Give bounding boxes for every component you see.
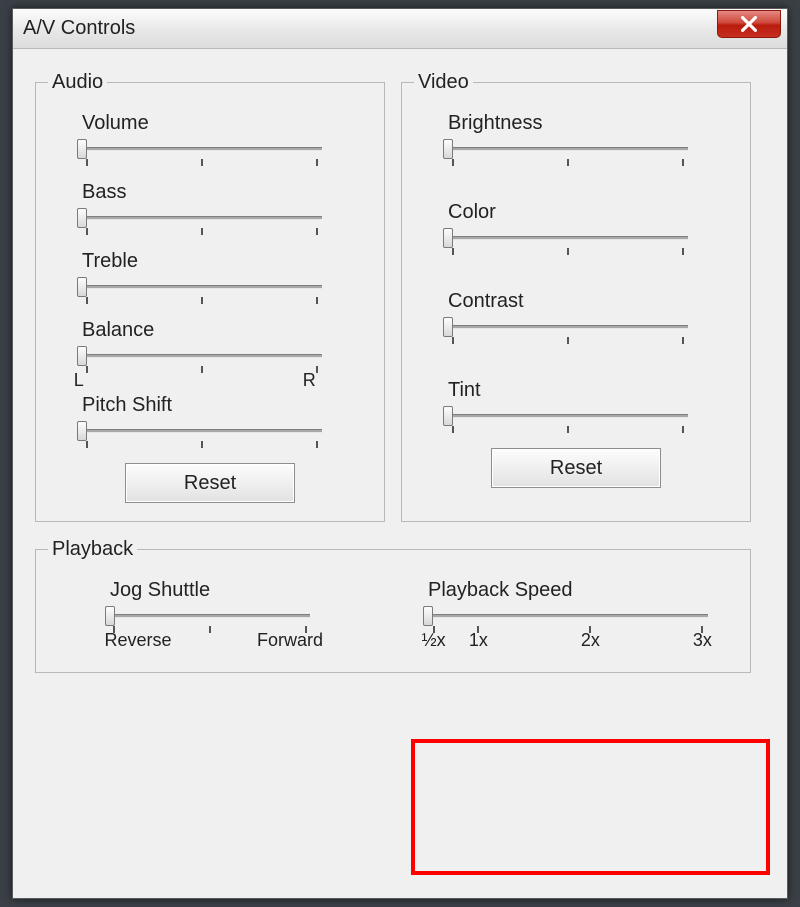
- pitch-shift-block: Pitch Shift: [82, 394, 366, 449]
- jog-right-label: Forward: [257, 630, 323, 651]
- contrast-thumb[interactable]: [443, 317, 453, 337]
- playback-legend: Playback: [48, 538, 137, 561]
- av-controls-window: A/V Controls Audio Volume: [12, 8, 788, 899]
- bass-slider[interactable]: [82, 206, 322, 236]
- video-group: Video Brightness Color: [401, 71, 751, 522]
- pitch-shift-label: Pitch Shift: [82, 394, 366, 417]
- balance-thumb[interactable]: [77, 346, 87, 366]
- jog-left-label: Reverse: [104, 630, 171, 651]
- balance-labels: L R: [74, 370, 314, 390]
- close-icon: [741, 16, 757, 32]
- brightness-block: Brightness: [448, 112, 732, 167]
- bass-thumb[interactable]: [77, 208, 87, 228]
- speed-labels: ½x 1x 2x 3x: [428, 630, 708, 650]
- volume-thumb[interactable]: [77, 139, 87, 159]
- tint-label: Tint: [448, 379, 732, 402]
- treble-block: Treble: [82, 250, 366, 305]
- pitch-shift-thumb[interactable]: [77, 421, 87, 441]
- contrast-label: Contrast: [448, 290, 732, 313]
- speed-two-label: 2x: [581, 630, 600, 651]
- balance-label: Balance: [82, 319, 366, 342]
- jog-col: Jog Shuttle Reverse Forward: [54, 579, 378, 658]
- contrast-block: Contrast: [448, 290, 732, 345]
- speed-label: Playback Speed: [428, 579, 732, 602]
- bass-label: Bass: [82, 181, 366, 204]
- balance-right-label: R: [303, 370, 316, 391]
- brightness-slider[interactable]: [448, 137, 688, 167]
- tint-thumb[interactable]: [443, 406, 453, 426]
- speed-block: Playback Speed: [428, 579, 732, 634]
- tint-block: Tint: [448, 379, 732, 434]
- treble-thumb[interactable]: [77, 277, 87, 297]
- volume-slider[interactable]: [82, 137, 322, 167]
- playback-group: Playback Jog Shuttle Reverse Forward: [35, 538, 751, 673]
- jog-label: Jog Shuttle: [110, 579, 378, 602]
- color-label: Color: [448, 201, 732, 224]
- color-slider[interactable]: [448, 226, 688, 256]
- volume-label: Volume: [82, 112, 366, 135]
- treble-slider[interactable]: [82, 275, 322, 305]
- titlebar: A/V Controls: [13, 9, 787, 49]
- jog-thumb[interactable]: [105, 606, 115, 626]
- client-area: Audio Volume Bass: [13, 49, 787, 695]
- speed-one-label: 1x: [469, 630, 488, 651]
- speed-three-label: 3x: [693, 630, 712, 651]
- balance-left-label: L: [74, 370, 84, 391]
- audio-group: Audio Volume Bass: [35, 71, 385, 522]
- brightness-thumb[interactable]: [443, 139, 453, 159]
- speed-col: Playback Speed: [408, 579, 732, 658]
- color-block: Color: [448, 201, 732, 256]
- audio-legend: Audio: [48, 71, 107, 94]
- window-title: A/V Controls: [23, 17, 135, 40]
- contrast-slider[interactable]: [448, 315, 688, 345]
- balance-block: Balance: [82, 319, 366, 374]
- treble-label: Treble: [82, 250, 366, 273]
- video-legend: Video: [414, 71, 473, 94]
- volume-block: Volume: [82, 112, 366, 167]
- bass-block: Bass: [82, 181, 366, 236]
- audio-reset-button[interactable]: Reset: [125, 463, 295, 503]
- close-button[interactable]: [717, 10, 781, 38]
- video-reset-button[interactable]: Reset: [491, 448, 661, 488]
- brightness-label: Brightness: [448, 112, 732, 135]
- pitch-shift-slider[interactable]: [82, 419, 322, 449]
- jog-block: Jog Shuttle: [110, 579, 378, 634]
- color-thumb[interactable]: [443, 228, 453, 248]
- speed-thumb[interactable]: [423, 606, 433, 626]
- tint-slider[interactable]: [448, 404, 688, 434]
- jog-labels: Reverse Forward: [110, 630, 310, 650]
- speed-half-label: ½x: [422, 630, 446, 651]
